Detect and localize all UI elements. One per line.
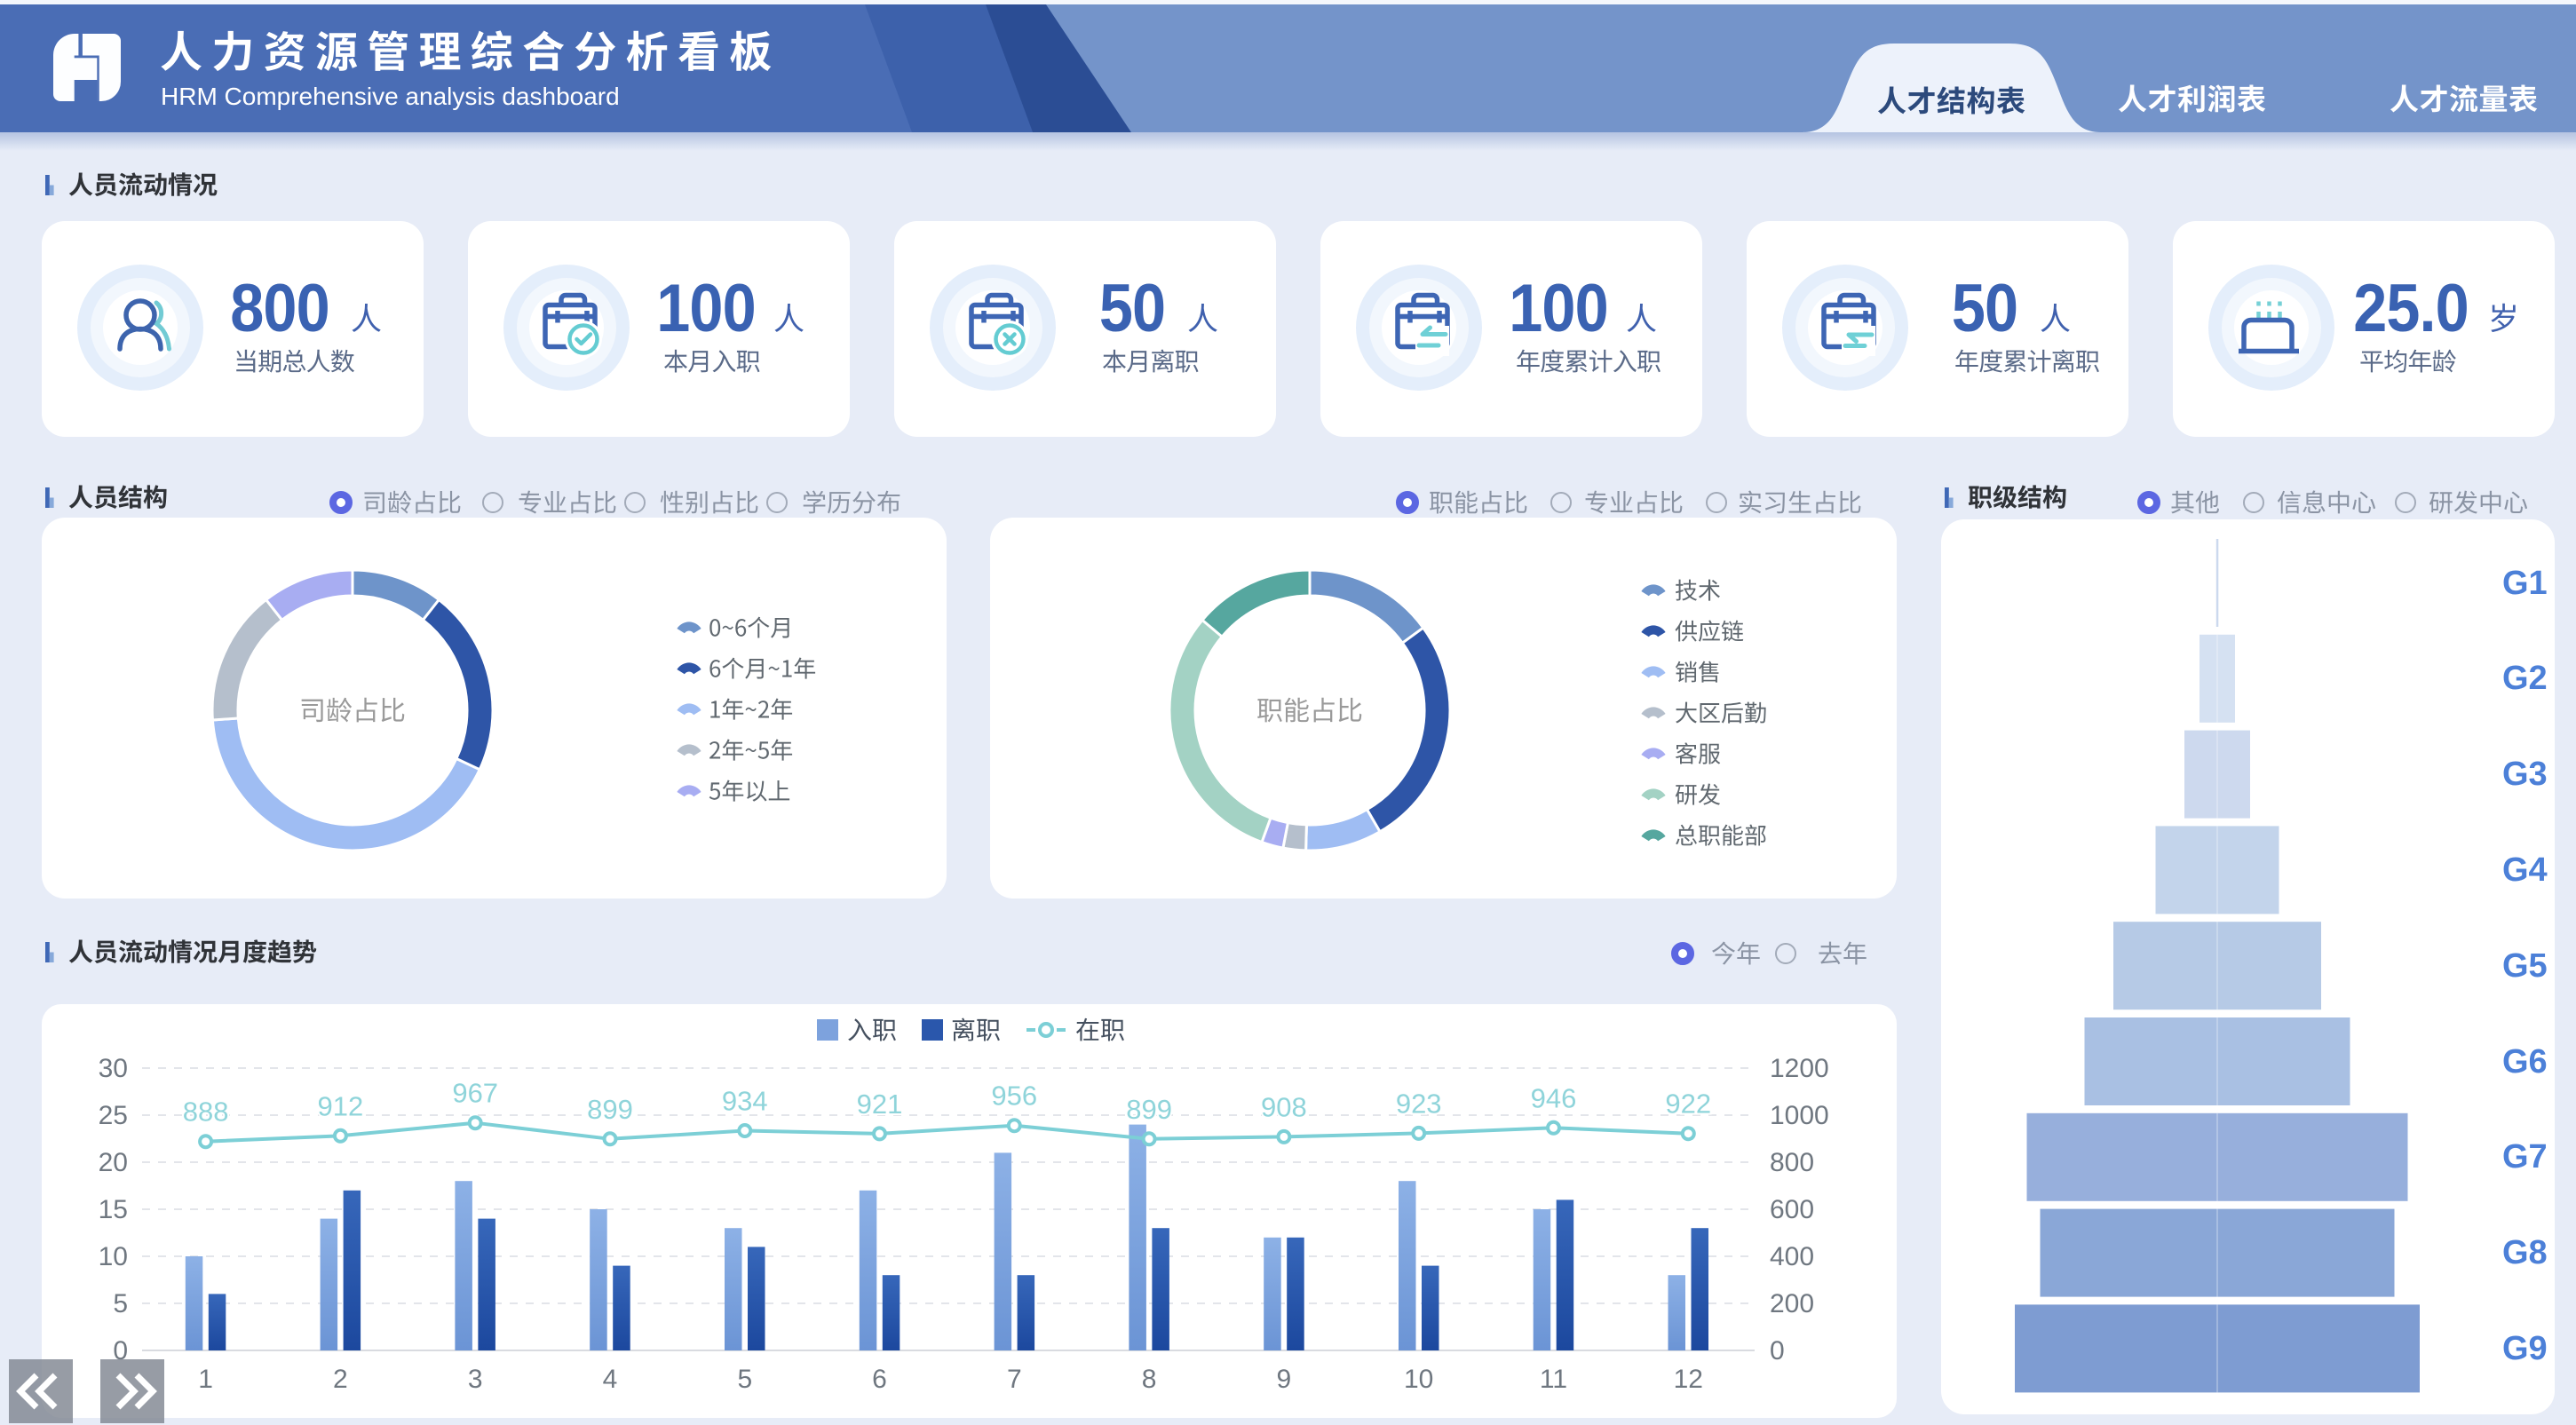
svg-text:10: 10 — [99, 1242, 128, 1271]
svg-text:921: 921 — [857, 1089, 903, 1120]
svg-text:967: 967 — [452, 1078, 498, 1109]
svg-text:946: 946 — [1531, 1082, 1577, 1113]
svg-text:400: 400 — [1770, 1242, 1814, 1271]
svg-text:4: 4 — [603, 1365, 618, 1394]
svg-text:5: 5 — [113, 1289, 128, 1318]
svg-text:0: 0 — [1770, 1336, 1785, 1366]
svg-text:25: 25 — [99, 1101, 128, 1130]
svg-text:200: 200 — [1770, 1289, 1814, 1318]
svg-text:600: 600 — [1770, 1195, 1814, 1224]
svg-text:888: 888 — [183, 1096, 229, 1128]
svg-text:6: 6 — [872, 1365, 887, 1394]
svg-text:5: 5 — [737, 1365, 752, 1394]
svg-text:922: 922 — [1665, 1089, 1711, 1120]
svg-text:1: 1 — [198, 1365, 213, 1394]
svg-text:7: 7 — [1007, 1365, 1022, 1394]
svg-text:1200: 1200 — [1770, 1054, 1829, 1083]
svg-text:956: 956 — [991, 1081, 1037, 1112]
svg-text:15: 15 — [99, 1195, 128, 1224]
svg-text:899: 899 — [1126, 1094, 1172, 1125]
svg-text:3: 3 — [468, 1365, 483, 1394]
svg-text:30: 30 — [99, 1054, 128, 1083]
svg-text:1000: 1000 — [1770, 1101, 1829, 1130]
svg-text:908: 908 — [1261, 1091, 1307, 1122]
svg-text:899: 899 — [587, 1094, 633, 1125]
svg-text:923: 923 — [1396, 1088, 1442, 1119]
svg-text:8: 8 — [1142, 1365, 1157, 1394]
svg-text:9: 9 — [1277, 1365, 1292, 1394]
svg-text:11: 11 — [1540, 1365, 1567, 1394]
svg-text:10: 10 — [1404, 1365, 1433, 1394]
svg-text:912: 912 — [318, 1090, 364, 1121]
svg-text:800: 800 — [1770, 1148, 1814, 1177]
svg-text:20: 20 — [99, 1148, 128, 1177]
svg-text:2: 2 — [333, 1365, 348, 1394]
svg-text:934: 934 — [722, 1086, 768, 1117]
svg-text:12: 12 — [1674, 1365, 1703, 1394]
